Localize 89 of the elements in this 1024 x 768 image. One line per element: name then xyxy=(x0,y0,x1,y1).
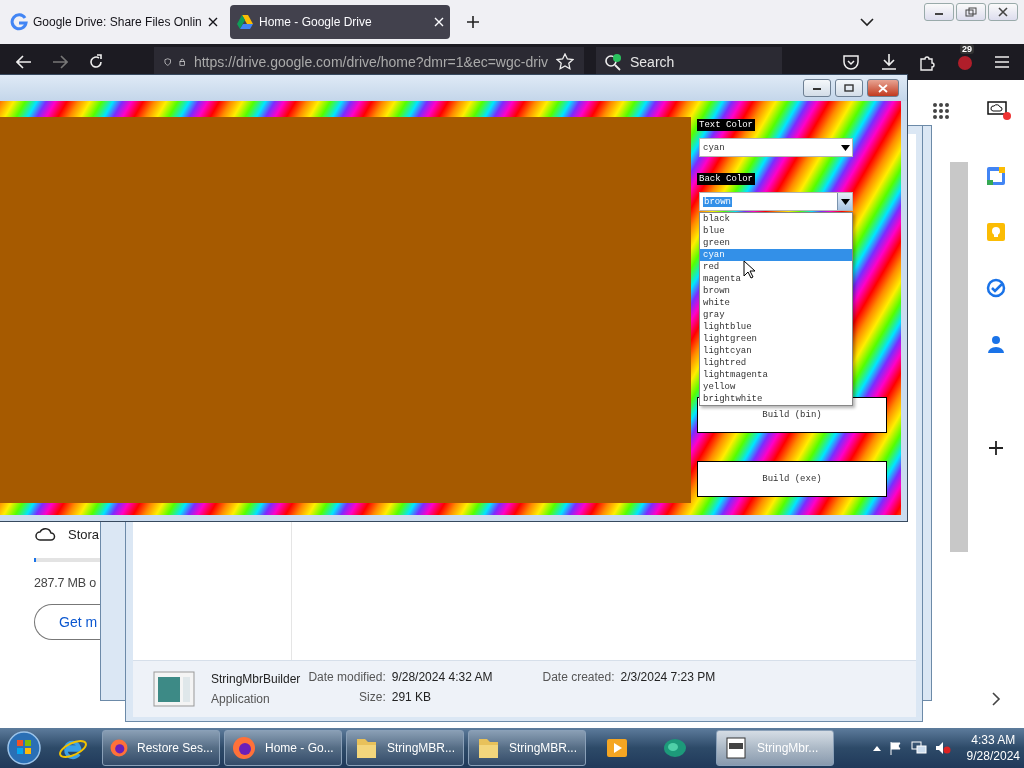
mouse-pointer-icon xyxy=(743,260,756,279)
plus-icon[interactable] xyxy=(988,440,1004,456)
menu-icon[interactable] xyxy=(994,55,1010,69)
search-field[interactable]: Search xyxy=(596,47,782,77)
dropdown[interactable]: cyan xyxy=(699,138,853,157)
browser-tab[interactable]: Home - Google Drive xyxy=(230,5,450,39)
speaker-muted-icon[interactable] xyxy=(934,741,951,755)
puzzle-icon[interactable] xyxy=(918,53,936,71)
caret-up-icon[interactable] xyxy=(872,745,881,751)
search-icon xyxy=(604,53,622,71)
person-icon[interactable] xyxy=(986,334,1006,354)
storage-used-text: 287.7 MB o xyxy=(34,576,97,590)
taskbar-button[interactable]: Home - Go... xyxy=(224,730,342,766)
app-window-icon xyxy=(723,735,749,761)
file-type: Application xyxy=(211,692,271,706)
dropdown-option[interactable]: lightred xyxy=(700,357,852,369)
chevron-down-icon[interactable] xyxy=(860,17,874,27)
clock-date[interactable]: 9/28/2024 xyxy=(966,748,1020,764)
dropdown-option[interactable]: black xyxy=(700,213,852,225)
dropdown-option[interactable]: lightcyan xyxy=(700,345,852,357)
maximize-icon xyxy=(844,84,854,92)
apps-grid-icon[interactable] xyxy=(932,102,950,120)
dropdown-option[interactable]: gray xyxy=(700,309,852,321)
dropdown-arrow-icon xyxy=(840,198,850,205)
offline-cloud-icon[interactable] xyxy=(986,100,1012,122)
build-button[interactable]: Build (exe) xyxy=(697,461,887,497)
close-button[interactable] xyxy=(867,79,899,97)
reload-icon[interactable] xyxy=(88,54,104,70)
close-button[interactable] xyxy=(988,3,1018,21)
taskbar-button[interactable]: Restore Ses... xyxy=(102,730,220,766)
url-text: https://drive.google.com/drive/home?dmr=1&ec=wgc-driv xyxy=(193,54,548,70)
field-label: Size: xyxy=(358,690,386,704)
restore-button[interactable] xyxy=(956,3,986,21)
file-name: StringMbrBuilder xyxy=(211,672,301,686)
dropdown-option[interactable]: brown xyxy=(700,285,852,297)
checkmark-circle-icon[interactable] xyxy=(986,278,1006,298)
restore-icon xyxy=(965,7,977,17)
field-label: Date modified: xyxy=(308,670,386,684)
new-tab-icon[interactable] xyxy=(466,15,480,29)
dropdown-option[interactable]: lightgreen xyxy=(700,333,852,345)
network-icon[interactable] xyxy=(910,741,927,755)
scroll-thumb[interactable] xyxy=(950,162,968,552)
back-arrow-icon[interactable] xyxy=(16,55,32,69)
dropdown-option[interactable]: magenta xyxy=(700,273,852,285)
notification-badge: 29 xyxy=(960,44,974,54)
drive-triangle-icon xyxy=(236,13,254,31)
get-more-storage-button[interactable]: Get m xyxy=(34,604,100,640)
extension-icon[interactable] xyxy=(956,53,974,71)
close-icon[interactable] xyxy=(208,17,218,27)
tab-title: Home - Google Drive xyxy=(259,15,373,29)
pocket-icon[interactable] xyxy=(842,53,860,71)
download-icon[interactable] xyxy=(880,53,898,71)
storage-label[interactable]: Stora xyxy=(68,526,100,542)
dropdown-option[interactable]: blue xyxy=(700,225,852,237)
application-file-icon xyxy=(153,671,195,707)
dropdown-option[interactable]: lightmagenta xyxy=(700,369,852,381)
field-value: 9/28/2024 4:32 AM xyxy=(391,670,493,684)
address-bar[interactable]: https://drive.google.com/drive/home?dmr=1&ec=wgc-driv xyxy=(154,47,584,77)
close-icon xyxy=(878,83,888,93)
maximize-button[interactable] xyxy=(835,79,863,97)
google-g-icon xyxy=(10,13,28,31)
field-label: Text Color xyxy=(697,119,755,131)
clock-time[interactable]: 4:33 AM xyxy=(971,732,1016,748)
cloud-icon xyxy=(34,526,56,542)
tab-title: Google Drive: Share Files Onlin xyxy=(33,15,203,29)
chevron-right-icon[interactable] xyxy=(991,692,1001,706)
fox-globe-icon xyxy=(231,735,257,761)
minimize-button[interactable] xyxy=(924,3,954,21)
dropdown-option[interactable]: green xyxy=(700,237,852,249)
dropdown-arrow-icon xyxy=(840,144,850,151)
dropdown-option[interactable]: yellow xyxy=(700,381,852,393)
taskbar-button[interactable]: StringMBR... xyxy=(346,730,464,766)
star-icon[interactable] xyxy=(556,53,574,71)
field-label: Back Color xyxy=(697,173,755,185)
minimize-button[interactable] xyxy=(803,79,831,97)
dropdown-option[interactable]: red xyxy=(700,261,852,273)
calendar-icon[interactable] xyxy=(986,166,1006,186)
dropdown-option[interactable]: white xyxy=(700,297,852,309)
field-value: 291 KB xyxy=(391,690,433,704)
flag-icon[interactable] xyxy=(888,741,903,755)
start-orb-icon[interactable] xyxy=(6,730,42,766)
taskbar-button[interactable]: StringMBR... xyxy=(468,730,586,766)
field-label: Date created: xyxy=(542,670,615,684)
minimize-icon xyxy=(812,85,822,91)
forward-arrow-icon[interactable] xyxy=(52,55,68,69)
close-icon xyxy=(998,7,1008,17)
dropdown-option[interactable]: lightblue xyxy=(700,321,852,333)
browser-tab[interactable]: Google Drive: Share Files Onlin xyxy=(4,5,224,39)
field-value: 2/3/2024 7:23 PM xyxy=(620,670,716,684)
